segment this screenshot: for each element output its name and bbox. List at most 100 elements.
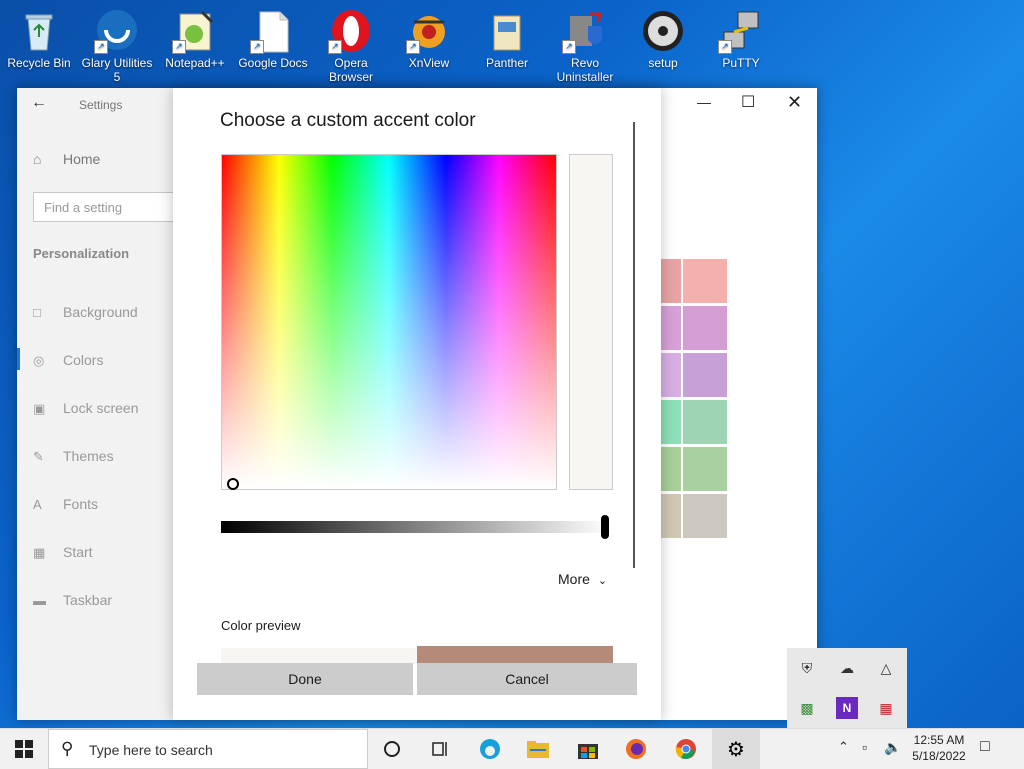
- color-swatch[interactable]: [683, 353, 727, 397]
- brightness-slider[interactable]: [221, 521, 609, 533]
- firefox-icon[interactable]: [612, 729, 660, 769]
- sidebar-item-start[interactable]: ▦ Start: [33, 544, 93, 561]
- desktop-icon-panther[interactable]: Panther: [468, 8, 546, 70]
- sidebar-item-colors[interactable]: ◎ Colors: [33, 352, 103, 369]
- more-toggle[interactable]: More ⌄: [558, 571, 607, 587]
- file-explorer-icon[interactable]: [514, 729, 562, 769]
- home-icon: ⌂: [33, 151, 42, 167]
- color-swatch[interactable]: [683, 447, 727, 491]
- color-swatch[interactable]: [661, 353, 681, 397]
- taskbar-icon: ▬: [33, 593, 46, 608]
- color-swatch[interactable]: [683, 259, 727, 303]
- desktop-icon-xnview[interactable]: ↗ XnView: [390, 8, 468, 70]
- close-icon[interactable]: ✕: [787, 92, 802, 113]
- color-swatch[interactable]: [661, 306, 681, 350]
- sidebar-item-label: Fonts: [63, 496, 99, 512]
- window-title: Settings: [79, 98, 123, 112]
- desktop-icon-revo[interactable]: ↗ Revo Uninstaller: [546, 8, 624, 84]
- onenote-icon[interactable]: N: [836, 697, 858, 719]
- desktop-icon-google-docs[interactable]: ↗ Google Docs: [234, 8, 312, 70]
- spectrum-selector-handle[interactable]: [227, 478, 239, 490]
- brightness-slider-thumb[interactable]: [601, 515, 609, 539]
- palette-icon: ◎: [33, 353, 45, 368]
- color-swatch[interactable]: [661, 400, 681, 444]
- color-swatch[interactable]: [661, 447, 681, 491]
- nav-home[interactable]: ⌂ Home: [33, 151, 100, 167]
- cancel-button[interactable]: Cancel: [417, 663, 637, 695]
- color-swatch[interactable]: [661, 494, 681, 538]
- selection-indicator: [17, 348, 20, 370]
- color-swatch[interactable]: [683, 400, 727, 444]
- google-drive-icon[interactable]: △: [875, 657, 897, 679]
- app-tray-icon[interactable]: ▩: [796, 697, 818, 719]
- desktop-icon-label: Glary Utilities 5: [81, 56, 153, 84]
- desktop-icon-label: Google Docs: [238, 56, 308, 70]
- xnview-icon: ↗: [406, 8, 452, 54]
- setup-disc-icon: [640, 8, 686, 54]
- windows-security-icon[interactable]: ⛨: [796, 657, 818, 679]
- desktop-icon-label: PuTTY: [722, 56, 760, 70]
- search-placeholder: Type here to search: [89, 742, 213, 758]
- sidebar-item-label: Taskbar: [63, 592, 113, 608]
- desktop-icon-notepadpp[interactable]: ↗ Notepad++: [156, 8, 234, 70]
- microsoft-store-icon[interactable]: [564, 729, 612, 769]
- fonts-icon: A: [33, 497, 42, 512]
- lock-screen-icon: ▣: [33, 401, 46, 416]
- nav-home-label: Home: [63, 151, 101, 167]
- maximize-icon[interactable]: ☐: [741, 92, 755, 112]
- color-spectrum-picker[interactable]: [221, 154, 557, 490]
- sidebar-item-fonts[interactable]: A Fonts: [33, 496, 98, 512]
- minimize-icon[interactable]: —: [697, 94, 711, 110]
- chrome-icon[interactable]: [662, 729, 710, 769]
- desktop-icon-putty[interactable]: ↗ PuTTY: [702, 8, 780, 70]
- scrollbar[interactable]: [633, 122, 635, 568]
- windows-logo-icon: [15, 740, 33, 758]
- desktop-icon-label: XnView: [408, 56, 450, 70]
- sidebar-item-themes[interactable]: ✎ Themes: [33, 448, 114, 465]
- back-arrow-icon[interactable]: ←: [31, 94, 47, 112]
- desktop-icon-setup[interactable]: setup: [624, 8, 702, 70]
- picture-icon: □: [33, 305, 41, 320]
- chevron-up-icon[interactable]: ⌃: [838, 739, 849, 755]
- clock[interactable]: 12:55 AM 5/18/2022: [906, 732, 972, 764]
- edge-icon[interactable]: [466, 729, 514, 769]
- start-icon: ▦: [33, 545, 46, 560]
- cortana-icon[interactable]: [368, 729, 416, 769]
- desktop-icon-label: Revo Uninstaller: [556, 56, 614, 84]
- section-title: Personalization: [33, 246, 130, 261]
- taskbar: ⚲ Type here to search ⚙ ⌃ ▫ 🔈 12:55 AM 5…: [0, 728, 1024, 769]
- network-icon[interactable]: ▫: [862, 739, 867, 755]
- desktop-icon-recycle-bin[interactable]: Recycle Bin: [0, 8, 78, 70]
- task-view-icon[interactable]: [416, 729, 464, 769]
- opera-icon: ↗: [328, 8, 374, 54]
- desktop-icon-label: Recycle Bin: [7, 56, 71, 70]
- desktop-icon-label: Panther: [485, 56, 529, 70]
- sidebar-item-label: Lock screen: [63, 400, 139, 416]
- sidebar-item-lock-screen[interactable]: ▣ Lock screen: [33, 400, 138, 417]
- notepadpp-icon: ↗: [172, 8, 218, 54]
- revo-tray-icon[interactable]: ▦: [875, 697, 897, 719]
- volume-icon[interactable]: 🔈: [884, 739, 901, 756]
- color-swatch[interactable]: [683, 494, 727, 538]
- notifications-icon[interactable]: □: [980, 738, 990, 756]
- clock-time: 12:55 AM: [913, 733, 965, 747]
- settings-gear-icon[interactable]: ⚙: [712, 729, 760, 769]
- color-swatch[interactable]: [661, 259, 681, 303]
- color-swatch[interactable]: [683, 306, 727, 350]
- done-button[interactable]: Done: [197, 663, 413, 695]
- desktop-icon-glary[interactable]: ↗ Glary Utilities 5: [78, 8, 156, 84]
- find-setting-input[interactable]: Find a setting: [33, 192, 183, 222]
- start-button[interactable]: [0, 729, 48, 769]
- desktop-icon-label: setup: [648, 56, 678, 70]
- sidebar-item-taskbar[interactable]: ▬ Taskbar: [33, 592, 112, 608]
- custom-accent-color-dialog: Choose a custom accent color More ⌄ Color…: [173, 88, 661, 720]
- desktop-icon-opera[interactable]: ↗ Opera Browser: [312, 8, 390, 84]
- onedrive-icon[interactable]: ☁: [836, 657, 858, 679]
- recycle-bin-icon: [16, 8, 62, 54]
- putty-icon: ↗: [718, 8, 764, 54]
- color-preview-light: [221, 648, 417, 664]
- sidebar-item-background[interactable]: □ Background: [33, 304, 138, 320]
- taskbar-search-box[interactable]: ⚲ Type here to search: [48, 729, 368, 769]
- dialog-title: Choose a custom accent color: [220, 110, 476, 131]
- color-preview-label: Color preview: [221, 618, 301, 633]
